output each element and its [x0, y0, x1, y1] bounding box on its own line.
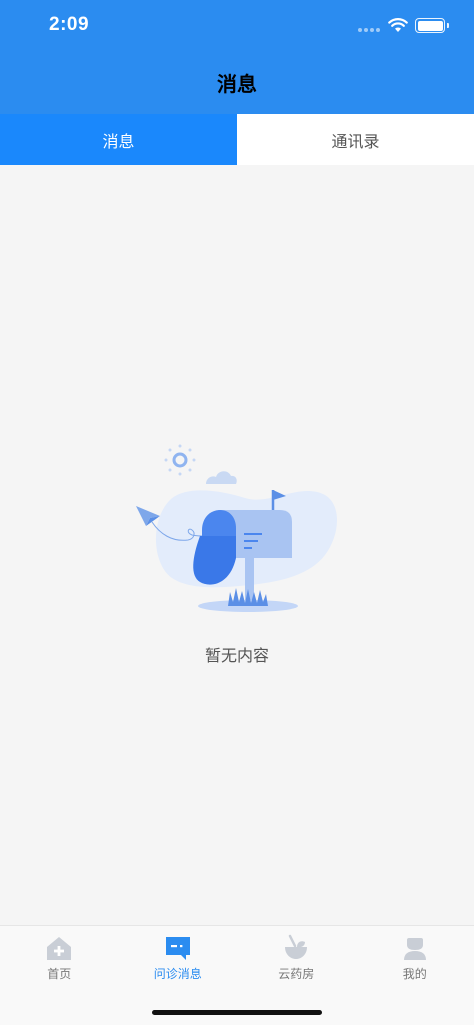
tabbar-label-home: 首页: [47, 967, 72, 981]
empty-mailbox-illustration: [136, 444, 338, 612]
chat-icon: [165, 937, 190, 960]
segment-tabs: 消息 通讯录: [0, 114, 474, 165]
pharmacy-icon: [285, 934, 308, 959]
status-time: 2:09: [49, 14, 90, 35]
cellular-signal-icon: [358, 28, 382, 34]
status-bar: 2:09: [0, 0, 474, 56]
battery-icon: [415, 18, 449, 33]
tabbar-item-home[interactable]: 首页: [0, 926, 119, 996]
tab-messages[interactable]: 消息: [0, 114, 237, 165]
tabbar-label-profile: 我的: [402, 967, 427, 981]
home-indicator[interactable]: [152, 1010, 322, 1015]
profile-icon: [403, 938, 426, 960]
home-icon: [47, 937, 72, 960]
tabbar-item-pharmacy[interactable]: 云药房: [237, 926, 356, 996]
tabbar-label-consult-messages: 问诊消息: [153, 967, 202, 981]
top-app-bar: 2:09 消息: [0, 0, 474, 114]
empty-state-text: 暂无内容: [204, 646, 269, 665]
tabbar-item-profile[interactable]: 我的: [356, 926, 474, 996]
tab-contacts[interactable]: 通讯录: [237, 114, 474, 165]
wifi-icon: [388, 18, 408, 32]
tabbar-label-pharmacy: 云药房: [278, 967, 315, 981]
page-title: 消息: [217, 72, 257, 96]
tabbar-item-consult-messages[interactable]: 问诊消息: [119, 926, 238, 996]
